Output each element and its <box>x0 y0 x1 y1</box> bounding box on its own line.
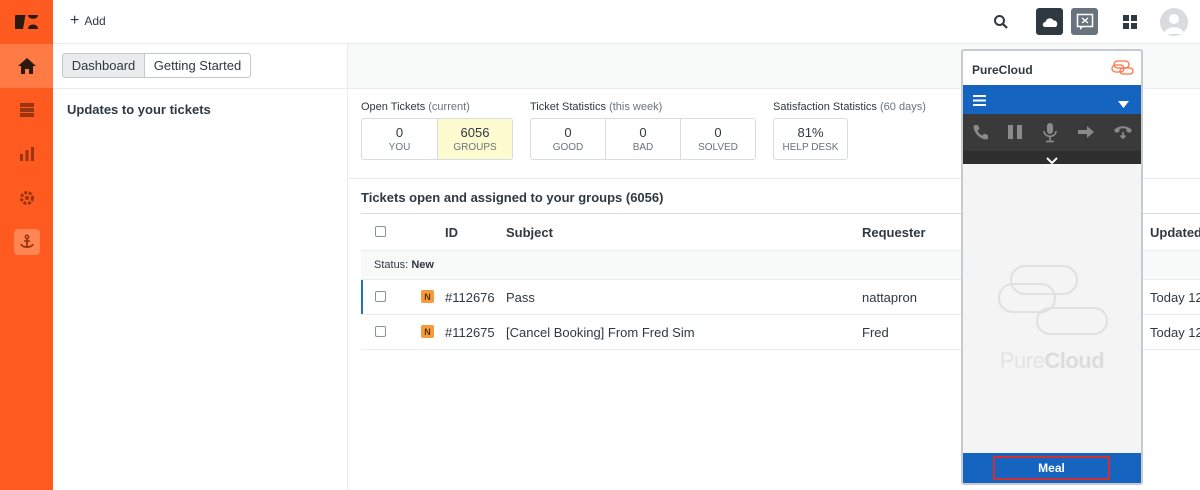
satisfaction-cells: 81% HELP DESK <box>773 118 848 160</box>
phone-icon[interactable] <box>972 123 990 144</box>
purecloud-title: PureCloud <box>972 63 1033 77</box>
satisfaction-label: Satisfaction Statistics <box>773 101 877 113</box>
avatar[interactable] <box>1160 8 1188 36</box>
column-header-updated[interactable]: Updated <box>1150 225 1200 240</box>
zendesk-logo-icon[interactable] <box>0 0 53 44</box>
ticket-requester[interactable]: Fred <box>862 325 889 340</box>
ticket-statistics-title: Ticket Statistics (this week) <box>530 101 756 113</box>
purecloud-footer: Meal <box>963 453 1141 483</box>
stat-value: 81% <box>797 125 824 140</box>
apps-grid-icon[interactable] <box>1116 8 1143 35</box>
open-tickets-title: Open Tickets (current) <box>361 101 513 113</box>
column-header-requester[interactable]: Requester <box>862 225 926 240</box>
stat-value: 0 <box>395 125 404 140</box>
column-header-subject[interactable]: Subject <box>506 225 553 240</box>
status-prefix: Status: <box>374 259 409 271</box>
stat-value: 0 <box>714 125 722 140</box>
ticket-updated: Today 12 <box>1150 325 1200 340</box>
column-divider <box>347 44 348 490</box>
reporting-icon[interactable] <box>0 132 53 176</box>
ticket-subject[interactable]: Pass <box>506 290 535 305</box>
anchor-app-icon[interactable] <box>0 220 53 264</box>
microphone-icon[interactable] <box>1043 123 1057 146</box>
add-button[interactable]: + Add <box>70 12 106 29</box>
ticket-subject[interactable]: [Cancel Booking] From Fred Sim <box>506 325 695 340</box>
hangup-icon[interactable] <box>1113 123 1133 144</box>
stat-bad[interactable]: 0 BAD <box>605 119 680 159</box>
ticket-statistics-sub: (this week) <box>609 101 663 113</box>
ticket-requester[interactable]: nattapron <box>862 290 917 305</box>
tab-dashboard[interactable]: Dashboard <box>62 53 145 78</box>
brand-bold: Cloud <box>1044 348 1105 373</box>
purecloud-panel: PureCloud PureCloud Meal <box>961 49 1143 485</box>
transfer-arrow-icon[interactable] <box>1077 123 1095 144</box>
dropdown-caret-icon[interactable] <box>1118 96 1129 111</box>
stat-label: YOU <box>388 142 411 153</box>
tickets-title: Tickets open and assigned to your groups… <box>361 190 664 205</box>
purecloud-body: PureCloud <box>963 164 1141 453</box>
satisfaction-sub: (60 days) <box>880 101 926 113</box>
purecloud-menu-bar <box>963 85 1141 114</box>
stat-label: HELP DESK <box>782 142 839 153</box>
purecloud-app-icon[interactable] <box>1036 8 1063 35</box>
status-group-label: Status: New <box>374 259 434 271</box>
meal-status-button[interactable]: Meal <box>993 456 1110 480</box>
open-tickets-label: Open Tickets <box>361 101 426 113</box>
purecloud-logo-icon <box>1111 60 1135 79</box>
satisfaction-statistics: Satisfaction Statistics (60 days) 81% HE… <box>773 101 926 160</box>
stat-value: 6056 <box>460 125 490 140</box>
purecloud-watermark-icon <box>997 264 1109 341</box>
gear-icon[interactable] <box>0 176 53 220</box>
purecloud-header: PureCloud <box>963 51 1141 85</box>
stat-label: GOOD <box>552 142 584 153</box>
ticket-id[interactable]: #112675 <box>445 325 495 340</box>
ticket-statistics-cells: 0 GOOD 0 BAD 0 SOLVED <box>530 118 756 160</box>
updates-title: Updates to your tickets <box>67 102 211 117</box>
open-tickets-stats: Open Tickets (current) 0 YOU 6056 GROUPS <box>361 101 513 160</box>
anchor-icon <box>13 229 40 255</box>
status-badge: N <box>421 290 434 303</box>
stat-help-desk[interactable]: 81% HELP DESK <box>774 119 847 159</box>
ticket-statistics-label: Ticket Statistics <box>530 101 606 113</box>
purecloud-brand-text: PureCloud <box>963 348 1141 374</box>
views-icon[interactable] <box>0 88 53 132</box>
brand-light: Pure <box>999 348 1045 373</box>
column-header-id[interactable]: ID <box>445 225 458 240</box>
open-tickets-sub: (current) <box>428 101 470 113</box>
status-badge: N <box>421 325 434 338</box>
purecloud-call-toolbar <box>963 114 1141 151</box>
ticket-statistics: Ticket Statistics (this week) 0 GOOD 0 B… <box>530 101 756 160</box>
stat-solved[interactable]: 0 SOLVED <box>680 119 755 159</box>
stat-value: 0 <box>564 125 572 140</box>
stat-groups[interactable]: 6056 GROUPS <box>437 119 512 159</box>
satisfaction-title: Satisfaction Statistics (60 days) <box>773 101 926 113</box>
select-all-checkbox[interactable] <box>375 226 386 237</box>
ticket-updated: Today 12 <box>1150 290 1200 305</box>
chat-icon[interactable] <box>1071 8 1098 35</box>
top-bar: + Add <box>53 0 1200 44</box>
stat-you[interactable]: 0 YOU <box>362 119 437 159</box>
search-icon[interactable] <box>987 8 1014 35</box>
add-label: Add <box>84 14 106 28</box>
stat-value: 0 <box>639 125 647 140</box>
row-checkbox[interactable] <box>375 291 386 302</box>
stat-label: GROUPS <box>453 142 497 153</box>
stat-good[interactable]: 0 GOOD <box>531 119 605 159</box>
tab-getting-started[interactable]: Getting Started <box>144 53 251 78</box>
open-tickets-cells: 0 YOU 6056 GROUPS <box>361 118 513 160</box>
ticket-id[interactable]: #112676 <box>445 290 495 305</box>
plus-icon: + <box>70 12 80 29</box>
hamburger-menu-icon[interactable] <box>973 94 986 109</box>
stat-label: BAD <box>632 142 654 153</box>
hold-pause-icon[interactable] <box>1007 123 1023 144</box>
home-icon[interactable] <box>0 44 53 88</box>
app-sidebar <box>0 0 53 490</box>
status-value: New <box>411 259 434 271</box>
row-active-indicator <box>361 280 363 314</box>
row-checkbox[interactable] <box>375 326 386 337</box>
stat-label: SOLVED <box>698 142 738 153</box>
dashboard-tabs: Dashboard Getting Started <box>53 44 348 89</box>
expand-toggle[interactable] <box>963 151 1141 165</box>
